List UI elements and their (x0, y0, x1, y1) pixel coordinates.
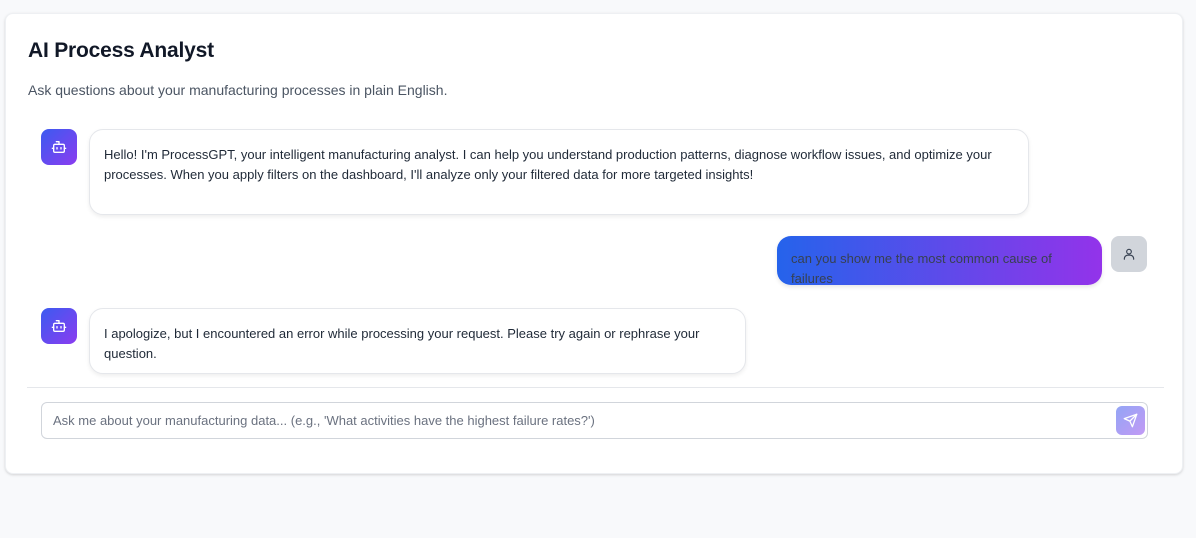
assistant-avatar (41, 308, 77, 344)
chat-input[interactable] (42, 403, 1112, 438)
send-button[interactable] (1116, 406, 1145, 435)
chat-panel: AI Process Analyst Ask questions about y… (5, 13, 1183, 474)
message-line: processes. When you apply filters on the… (104, 167, 754, 182)
page-subtitle: Ask questions about your manufacturing p… (28, 82, 448, 98)
assistant-message: Hello! I'm ProcessGPT, your intelligent … (89, 129, 1029, 215)
assistant-message: I apologize, but I encountered an error … (89, 308, 746, 374)
robot-icon (51, 141, 67, 153)
assistant-avatar (41, 129, 77, 165)
send-icon (1123, 413, 1138, 428)
composer (41, 402, 1148, 439)
composer-divider (27, 387, 1164, 388)
user-avatar (1111, 236, 1147, 272)
user-message: can you show me the most common cause of… (777, 236, 1102, 286)
user-icon (1123, 248, 1135, 260)
message-line: I apologize, but I encountered an error … (104, 326, 700, 361)
message-line: Hello! I'm ProcessGPT, your intelligent … (104, 147, 992, 162)
robot-icon (51, 320, 67, 332)
page-title: AI Process Analyst (28, 39, 214, 62)
message-line: can you show me the most common cause of… (791, 251, 1052, 286)
